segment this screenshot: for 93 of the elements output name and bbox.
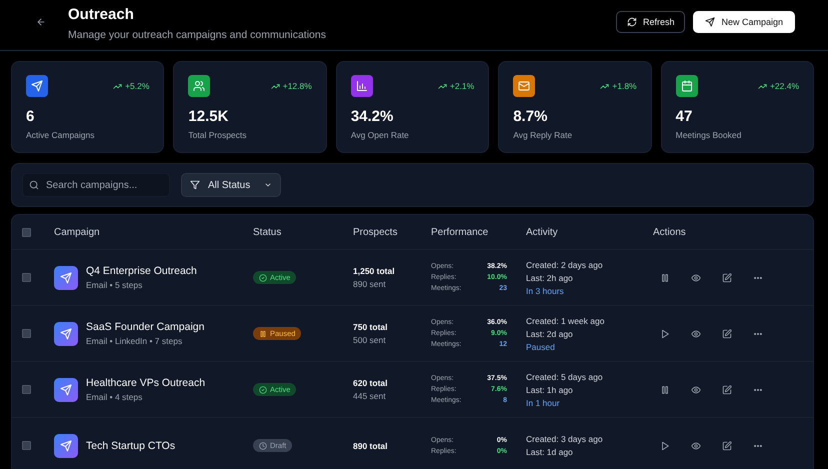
send-icon [31, 80, 43, 92]
checkbox[interactable] [22, 273, 31, 282]
change-indicator: +12.8% [270, 81, 312, 91]
view-icon[interactable] [691, 272, 701, 282]
checkbox[interactable] [22, 441, 31, 450]
column-header: Campaign [54, 226, 100, 238]
next-activity: In 1 hour [526, 398, 561, 408]
prospects-sent: 500 sent [353, 335, 387, 345]
prospects-total: 890 total [353, 440, 388, 450]
change-indicator: +1.8% [600, 81, 637, 91]
prospects-total: 620 total [353, 378, 388, 388]
next-activity: Paused [526, 342, 556, 352]
edit-icon[interactable] [722, 272, 732, 282]
stat-value: 12.5K [188, 108, 230, 125]
created-time: Created: 2 days ago [526, 260, 604, 270]
prospects-sent: 890 sent [353, 279, 387, 289]
last-activity: Last: 1h ago [526, 384, 574, 394]
users-icon [193, 80, 206, 92]
stat-value: 34.2% [350, 108, 394, 125]
status-dropdown[interactable]: All Status [181, 173, 281, 197]
view-icon[interactable] [691, 384, 701, 394]
chevron-down-icon [264, 181, 272, 189]
trend-up-icon [758, 82, 767, 90]
stat-label: Avg Open Rate [350, 130, 410, 140]
trend-up-icon [600, 82, 610, 90]
new-campaign-button[interactable]: New Campaign [693, 11, 795, 33]
refresh-icon [626, 17, 637, 27]
last-activity: Last: 2h ago [526, 272, 574, 282]
campaign-name[interactable]: Healthcare VPs Outreach [86, 377, 206, 389]
trend-up-icon [113, 82, 122, 90]
created-time: Created: 1 week ago [526, 316, 606, 326]
filter-icon [190, 180, 200, 190]
edit-icon[interactable] [722, 384, 732, 394]
clock-icon [259, 442, 267, 450]
play-icon[interactable] [660, 328, 670, 338]
send-icon [705, 17, 716, 27]
stat-label: Meetings Booked [676, 130, 742, 140]
stat-label: Avg Reply Rate [513, 130, 574, 140]
pause-icon[interactable] [660, 272, 670, 282]
column-header: Status [253, 226, 282, 238]
page-title: Outreach [68, 6, 135, 24]
column-header: Performance [431, 226, 488, 238]
send-icon [60, 272, 72, 284]
last-activity: Last: 2d ago [526, 328, 574, 338]
mail-icon [518, 80, 530, 92]
play-icon[interactable] [660, 440, 670, 450]
calendar-icon [680, 80, 693, 92]
refresh-button[interactable]: Refresh [616, 11, 686, 33]
change-indicator: +22.4% [758, 81, 800, 91]
edit-icon[interactable] [722, 328, 732, 338]
bar-chart-icon [356, 80, 368, 92]
stat-label: Total Prospects [188, 130, 248, 140]
trend-up-icon [438, 82, 447, 90]
send-icon [60, 328, 72, 340]
trend-up-icon [270, 82, 280, 90]
campaign-channels: Email • 4 steps [86, 392, 144, 402]
campaign-name[interactable]: Q4 Enterprise Outreach [86, 265, 197, 277]
check-circle-icon [259, 386, 267, 394]
view-icon[interactable] [691, 440, 701, 450]
page-subtitle: Manage your outreach campaigns and communications [68, 29, 327, 41]
change-indicator: +2.1% [438, 81, 474, 91]
view-icon[interactable] [691, 328, 701, 338]
campaign-name[interactable]: SaaS Founder Campaign [86, 321, 204, 333]
next-activity: In 3 hours [526, 286, 565, 296]
last-activity: Last: 1d ago [526, 447, 574, 457]
campaign-channels: Email • LinkedIn • 7 steps [86, 336, 184, 346]
edit-icon[interactable] [722, 440, 732, 450]
send-icon [60, 384, 72, 396]
back-arrow-icon[interactable] [36, 17, 46, 27]
prospects-total: 750 total [353, 322, 388, 332]
stat-value: 8.7% [513, 108, 548, 125]
checkbox[interactable] [22, 385, 31, 394]
column-header: Activity [526, 226, 558, 238]
change-indicator: +5.2% [113, 81, 150, 91]
search-icon [29, 180, 39, 190]
created-time: Created: 3 days ago [526, 434, 604, 444]
campaign-name[interactable]: Tech Startup CTOs [86, 440, 176, 452]
prospects-sent: 445 sent [353, 391, 387, 401]
search-field[interactable]: Search campaigns... [22, 173, 170, 197]
check-circle-icon [259, 274, 267, 282]
stat-value: 6 [26, 108, 36, 125]
stat-value: 47 [676, 108, 694, 125]
created-time: Created: 5 days ago [526, 372, 604, 382]
pause-icon[interactable] [660, 384, 670, 394]
column-header: Prospects [353, 226, 398, 238]
column-header: Actions [653, 226, 686, 238]
campaign-channels: Email • 5 steps [86, 280, 144, 290]
stat-label: Active Campaigns [26, 130, 96, 140]
checkbox[interactable] [22, 329, 31, 338]
prospects-total: 1,250 total [353, 266, 396, 276]
send-icon [60, 440, 72, 452]
pause-icon [259, 330, 267, 338]
checkbox[interactable] [22, 228, 31, 236]
